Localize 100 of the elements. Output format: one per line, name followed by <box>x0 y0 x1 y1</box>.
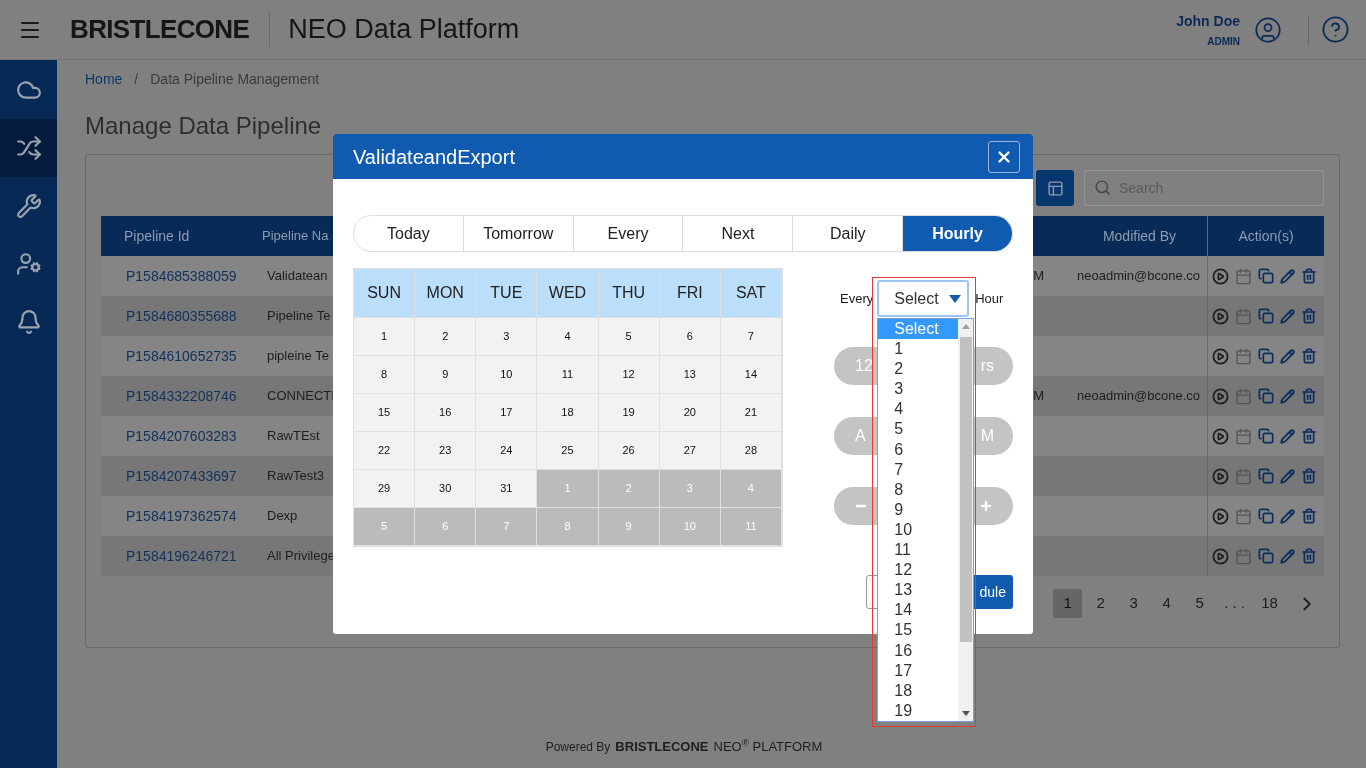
sidebar-item[interactable] <box>0 119 57 177</box>
delete-icon[interactable] <box>1301 268 1317 284</box>
dropdown-option[interactable]: 4 <box>878 399 959 420</box>
play-icon[interactable] <box>1212 347 1229 365</box>
pipeline-id-link[interactable]: P1584685388059 <box>101 265 242 287</box>
pipeline-id-link[interactable]: P1584207603283 <box>101 425 242 447</box>
delete-icon[interactable] <box>1301 348 1317 364</box>
schedule-tab[interactable]: Today <box>354 216 463 251</box>
calendar-day[interactable]: 25 <box>537 432 599 470</box>
copy-icon[interactable] <box>1258 508 1274 524</box>
schedule-tab[interactable]: Next <box>682 216 793 251</box>
edit-icon[interactable] <box>1280 268 1295 284</box>
calendar-day[interactable]: 29 <box>354 470 416 508</box>
edit-icon[interactable] <box>1280 508 1295 524</box>
page-button[interactable]: 2 <box>1086 589 1116 618</box>
calendar-day[interactable]: 20 <box>659 394 721 432</box>
edit-icon[interactable] <box>1280 348 1295 364</box>
copy-icon[interactable] <box>1258 268 1274 284</box>
play-icon[interactable] <box>1212 547 1229 565</box>
calendar-day[interactable]: 28 <box>720 432 782 470</box>
play-icon[interactable] <box>1212 507 1229 525</box>
dropdown-option[interactable]: 1 <box>878 339 959 360</box>
dropdown-option[interactable]: 18 <box>878 680 959 701</box>
copy-icon[interactable] <box>1258 468 1274 484</box>
delete-icon[interactable] <box>1301 468 1317 484</box>
pipeline-id-link[interactable]: P1584197362574 <box>101 505 242 527</box>
calendar-day[interactable]: 26 <box>598 432 660 470</box>
calendar-day[interactable]: 19 <box>598 394 660 432</box>
edit-icon[interactable] <box>1280 428 1295 444</box>
edit-icon[interactable] <box>1280 548 1295 564</box>
calendar-icon[interactable] <box>1235 507 1252 525</box>
calendar-day[interactable]: 12 <box>598 356 660 394</box>
calendar-day[interactable]: 6 <box>659 318 721 356</box>
copy-icon[interactable] <box>1258 388 1274 404</box>
dropdown-option[interactable]: 6 <box>878 439 959 460</box>
edit-icon[interactable] <box>1280 468 1295 484</box>
calendar-day[interactable]: 13 <box>659 356 721 394</box>
schedule-tab[interactable]: Hourly <box>902 216 1012 251</box>
calendar-day[interactable]: 4 <box>537 318 599 356</box>
help-icon[interactable] <box>1321 15 1350 44</box>
calendar-day[interactable]: 3 <box>476 318 538 356</box>
dropdown-option[interactable]: 16 <box>878 640 959 661</box>
calendar-day[interactable]: 11 <box>537 356 599 394</box>
dropdown-option[interactable]: 11 <box>878 540 959 561</box>
play-icon[interactable] <box>1212 467 1229 485</box>
delete-icon[interactable] <box>1301 388 1317 404</box>
calendar-day[interactable]: 24 <box>476 432 538 470</box>
close-button[interactable] <box>988 140 1020 173</box>
view-toggle-button[interactable] <box>1036 170 1074 206</box>
calendar-day[interactable]: 2 <box>415 318 477 356</box>
dropdown-option[interactable]: 10 <box>878 519 959 541</box>
calendar-day[interactable]: 31 <box>476 470 538 508</box>
scrollbar[interactable] <box>958 319 974 721</box>
dropdown-option[interactable]: 2 <box>878 359 959 380</box>
page-button[interactable]: 18 <box>1255 589 1284 618</box>
edit-icon[interactable] <box>1280 388 1295 404</box>
pipeline-id-link[interactable]: P1584610652735 <box>101 345 242 367</box>
delete-icon[interactable] <box>1301 428 1317 444</box>
calendar-day[interactable]: 8 <box>354 356 416 394</box>
calendar-day[interactable]: 10 <box>476 356 538 394</box>
calendar-icon[interactable] <box>1235 347 1252 365</box>
dropdown-option[interactable]: 19 <box>878 700 959 721</box>
schedule-tab[interactable]: Tomorrow <box>462 216 573 251</box>
calendar-day[interactable]: 17 <box>476 394 538 432</box>
calendar-day[interactable]: 23 <box>415 432 477 470</box>
calendar-day[interactable]: 9 <box>415 356 477 394</box>
play-icon[interactable] <box>1212 427 1229 445</box>
calendar-day[interactable]: 14 <box>720 356 782 394</box>
calendar-day[interactable]: 18 <box>537 394 599 432</box>
delete-icon[interactable] <box>1301 548 1317 564</box>
play-icon[interactable] <box>1212 387 1229 405</box>
page-button[interactable]: 4 <box>1152 589 1182 618</box>
dropdown-option[interactable]: 15 <box>878 620 959 641</box>
delete-icon[interactable] <box>1301 308 1317 324</box>
copy-icon[interactable] <box>1258 428 1274 444</box>
delete-icon[interactable] <box>1301 508 1317 524</box>
calendar-day[interactable]: 21 <box>720 394 782 432</box>
dropdown-option[interactable]: 3 <box>878 379 959 400</box>
schedule-tab[interactable]: Every <box>572 216 683 251</box>
dropdown-option[interactable]: 7 <box>878 459 959 480</box>
dropdown-option[interactable]: 8 <box>878 479 959 500</box>
dropdown-option[interactable]: 17 <box>878 660 959 681</box>
calendar-icon[interactable] <box>1235 427 1252 445</box>
calendar-day[interactable]: 7 <box>720 318 782 356</box>
page-button[interactable]: 3 <box>1119 589 1149 618</box>
calendar-day[interactable]: 22 <box>354 432 416 470</box>
copy-icon[interactable] <box>1258 308 1274 324</box>
copy-icon[interactable] <box>1258 548 1274 564</box>
dropdown-option[interactable]: 5 <box>878 419 959 440</box>
calendar-day[interactable]: 15 <box>354 394 416 432</box>
user-avatar-icon[interactable] <box>1254 15 1282 44</box>
calendar-day[interactable]: 30 <box>415 470 477 508</box>
calendar-day[interactable]: 1 <box>354 318 416 356</box>
play-icon[interactable] <box>1212 307 1229 325</box>
hours-select[interactable]: Select <box>877 280 970 317</box>
play-icon[interactable] <box>1212 267 1229 285</box>
page-button[interactable]: 5 <box>1185 589 1215 618</box>
dropdown-option[interactable]: 9 <box>878 499 959 520</box>
calendar-day[interactable]: 27 <box>659 432 721 470</box>
calendar-day[interactable]: 16 <box>415 394 477 432</box>
